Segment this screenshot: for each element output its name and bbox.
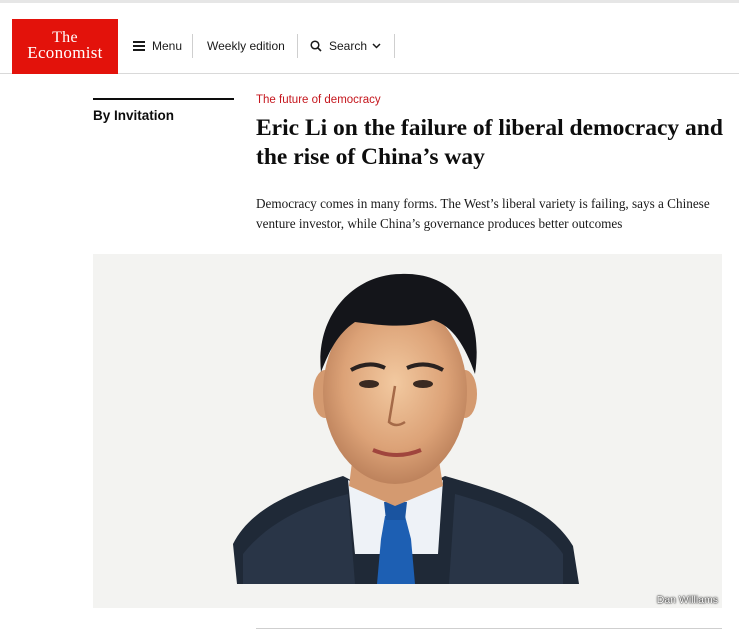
menu-label: Menu: [152, 39, 183, 53]
bottom-rule: [256, 628, 722, 629]
article-headline: Eric Li on the failure of liberal democr…: [256, 115, 723, 170]
masthead: The Economist Menu Weekly edition Search: [0, 18, 739, 74]
section-link[interactable]: By Invitation: [93, 108, 174, 123]
weekly-edition-label: Weekly edition: [207, 39, 285, 53]
weekly-edition-link[interactable]: Weekly edition: [207, 18, 285, 74]
nav-divider: [394, 34, 395, 58]
search-label: Search: [329, 39, 368, 53]
economist-logo[interactable]: The Economist: [12, 19, 118, 74]
article-standfirst: Democracy comes in many forms. The West’…: [256, 196, 710, 231]
article-illustration: Dan Williams: [93, 254, 722, 608]
chevron-down-icon: [372, 43, 381, 49]
section-rule: [93, 98, 234, 100]
image-credit: Dan Williams: [656, 594, 718, 606]
hamburger-icon: [133, 39, 145, 53]
portrait-illustration: [233, 273, 579, 584]
search-icon: [310, 40, 322, 52]
nav-divider: [297, 34, 298, 58]
article-rubric[interactable]: The future of democracy: [256, 94, 381, 106]
menu-button[interactable]: Menu: [133, 18, 182, 74]
search-button[interactable]: Search: [310, 18, 388, 74]
nav-divider: [192, 34, 193, 58]
top-rule: [0, 0, 739, 3]
logo-line-2: Economist: [27, 43, 103, 62]
